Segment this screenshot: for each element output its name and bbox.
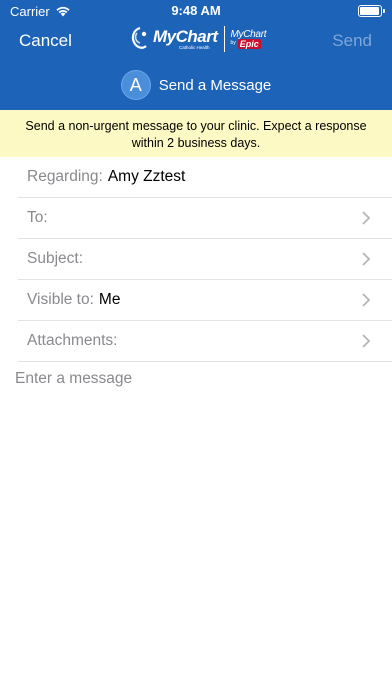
visible-to-label: Visible to: (27, 291, 94, 308)
title-row: A Send a Message (0, 60, 392, 110)
to-row[interactable]: To: (18, 198, 392, 239)
regarding-label: Regarding: (27, 168, 103, 185)
logo-by-text: by (230, 40, 236, 46)
battery-icon (358, 5, 385, 17)
attachments-row[interactable]: Attachments: (18, 321, 392, 362)
chevron-right-icon (362, 334, 371, 348)
to-label: To: (27, 209, 48, 226)
mychart-swirl-icon (131, 26, 147, 49)
cancel-button[interactable]: Cancel (19, 31, 72, 51)
message-form: Regarding: Amy Zztest To: Subject: Visib… (18, 157, 392, 362)
chevron-right-icon (362, 211, 371, 225)
status-bar: Carrier 9:48 AM (0, 0, 392, 22)
wifi-icon (56, 6, 70, 17)
avatar[interactable]: A (120, 70, 151, 100)
attachments-label: Attachments: (27, 332, 118, 349)
logo-text: MyChart Catholic Health (153, 28, 218, 51)
carrier-label: Carrier (10, 3, 50, 19)
status-left: Carrier (10, 4, 71, 19)
message-input[interactable]: Enter a message (0, 362, 392, 396)
visible-to-row[interactable]: Visible to: Me (18, 280, 392, 321)
logo-epic-by: by Epic (230, 38, 267, 49)
chevron-right-icon (362, 293, 371, 307)
logo-main: MyChart (153, 26, 218, 46)
regarding-row: Regarding: Amy Zztest (18, 157, 392, 198)
mychart-epic-logo: MyChart by Epic (230, 28, 267, 49)
logo-divider (223, 26, 225, 52)
logo-sub: Catholic Health (179, 44, 210, 50)
mychart-logo: MyChart Catholic Health MyChart by Epic (129, 26, 267, 52)
visible-to-value: Me (98, 291, 121, 308)
chevron-right-icon (362, 252, 371, 266)
subject-label: Subject: (27, 250, 84, 267)
nav-bar: Cancel MyChart Catholic Health MyChart b… (0, 22, 392, 60)
send-button[interactable]: Send (332, 31, 372, 51)
page-title: Send a Message (158, 76, 272, 94)
epic-badge: Epic (237, 38, 261, 49)
subject-row[interactable]: Subject: (18, 239, 392, 280)
notice-banner: Send a non-urgent message to your clinic… (0, 110, 392, 157)
regarding-value: Amy Zztest (107, 168, 186, 185)
logo-epic-mychart: MyChart (230, 28, 267, 40)
header: Carrier 9:48 AM Cancel MyChart Catholic … (0, 0, 392, 110)
